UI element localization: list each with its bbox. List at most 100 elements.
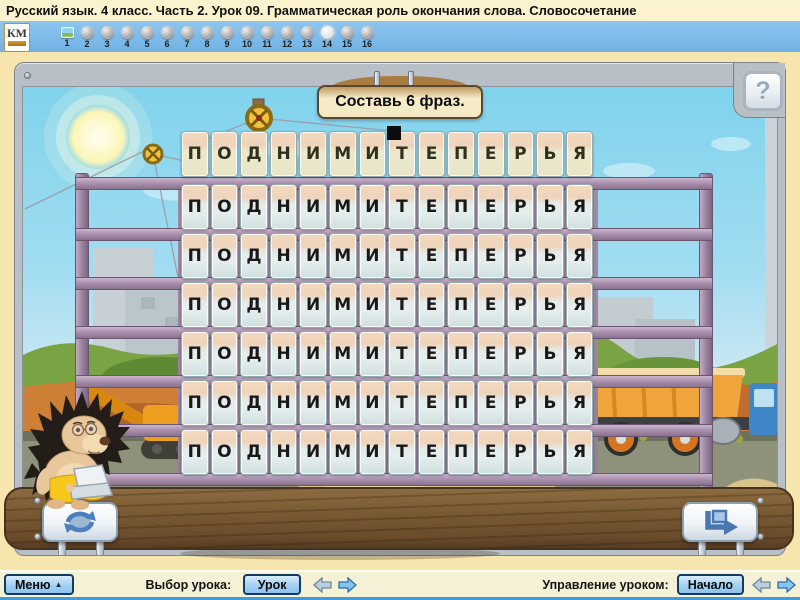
letter-tile[interactable]: Д: [240, 282, 268, 328]
letter-tile[interactable]: Р: [507, 429, 535, 475]
letter-tile[interactable]: М: [329, 131, 357, 177]
letter-tile[interactable]: Ь: [536, 233, 564, 279]
letter-tile[interactable]: П: [181, 429, 209, 475]
letter-tile[interactable]: Т: [388, 331, 416, 377]
letter-tile[interactable]: Д: [240, 184, 268, 230]
letter-tile[interactable]: О: [211, 131, 239, 177]
km-logo[interactable]: КМ: [4, 23, 30, 52]
letter-tile[interactable]: Д: [240, 131, 268, 177]
letter-tile[interactable]: Т: [388, 184, 416, 230]
letter-tile[interactable]: И: [359, 331, 387, 377]
letter-tile[interactable]: Я: [566, 131, 594, 177]
letter-tile[interactable]: П: [447, 380, 475, 426]
letter-tile[interactable]: Е: [418, 380, 446, 426]
lesson-button[interactable]: Урок: [243, 574, 301, 595]
letter-tile[interactable]: Д: [240, 331, 268, 377]
letter-tile[interactable]: О: [211, 233, 239, 279]
letter-tile[interactable]: И: [299, 131, 327, 177]
letter-tile[interactable]: Д: [240, 380, 268, 426]
letter-tile[interactable]: Ь: [536, 184, 564, 230]
letter-tile[interactable]: И: [359, 184, 387, 230]
nav-item-10[interactable]: 10: [240, 26, 254, 49]
menu-button[interactable]: Меню ▲: [4, 574, 74, 595]
letter-tile[interactable]: Я: [566, 331, 594, 377]
nav-item-8[interactable]: 8: [200, 26, 214, 49]
letter-tile[interactable]: О: [211, 380, 239, 426]
prev-lesson-arrow-icon[interactable]: [313, 577, 332, 593]
letter-tile[interactable]: П: [447, 131, 475, 177]
prev-step-arrow-icon[interactable]: [752, 577, 771, 593]
letter-tile[interactable]: Е: [418, 331, 446, 377]
nav-item-6[interactable]: 6: [160, 26, 174, 49]
letter-tile[interactable]: И: [299, 429, 327, 475]
letter-tile[interactable]: Н: [270, 131, 298, 177]
letter-tile[interactable]: Н: [270, 380, 298, 426]
letter-tile[interactable]: И: [359, 380, 387, 426]
letter-tile[interactable]: Н: [270, 331, 298, 377]
letter-tile[interactable]: И: [299, 233, 327, 279]
letter-tile[interactable]: Ь: [536, 429, 564, 475]
next-lesson-arrow-icon[interactable]: [338, 577, 357, 593]
letter-tile[interactable]: М: [329, 282, 357, 328]
letter-tile[interactable]: Е: [418, 429, 446, 475]
letter-tile[interactable]: П: [181, 331, 209, 377]
nav-item-12[interactable]: 12: [280, 26, 294, 49]
letter-tile[interactable]: Р: [507, 131, 535, 177]
letter-tile[interactable]: Р: [507, 233, 535, 279]
letter-tile[interactable]: И: [359, 131, 387, 177]
letter-tile[interactable]: Ь: [536, 331, 564, 377]
letter-tile[interactable]: Е: [477, 233, 505, 279]
letter-tile[interactable]: П: [447, 331, 475, 377]
letter-tile[interactable]: П: [447, 184, 475, 230]
letter-tile[interactable]: Н: [270, 282, 298, 328]
letter-tile[interactable]: Е: [477, 184, 505, 230]
nav-item-13[interactable]: 13: [300, 26, 314, 49]
letter-tile[interactable]: Р: [507, 282, 535, 328]
letter-tile[interactable]: П: [447, 233, 475, 279]
letter-tile[interactable]: Е: [418, 131, 446, 177]
letter-tile[interactable]: Е: [418, 233, 446, 279]
letter-tile[interactable]: И: [359, 233, 387, 279]
letter-tile[interactable]: Т: [388, 380, 416, 426]
letter-tile[interactable]: О: [211, 282, 239, 328]
letter-tile[interactable]: М: [329, 429, 357, 475]
letter-tile[interactable]: П: [181, 233, 209, 279]
letter-tile[interactable]: Т: [388, 429, 416, 475]
letter-tile[interactable]: Д: [240, 233, 268, 279]
letter-tile[interactable]: Ь: [536, 131, 564, 177]
letter-tile[interactable]: Е: [477, 380, 505, 426]
letter-tile[interactable]: Я: [566, 233, 594, 279]
nav-item-9[interactable]: 9: [220, 26, 234, 49]
letter-tile[interactable]: Е: [477, 282, 505, 328]
letter-tile[interactable]: Т: [388, 282, 416, 328]
letter-tile[interactable]: О: [211, 429, 239, 475]
letter-tile[interactable]: Р: [507, 380, 535, 426]
letter-tile[interactable]: П: [181, 184, 209, 230]
nav-item-11[interactable]: 11: [260, 26, 274, 49]
letter-tile[interactable]: Я: [566, 429, 594, 475]
letter-tile[interactable]: Е: [477, 429, 505, 475]
letter-tile[interactable]: Е: [477, 131, 505, 177]
letter-tile[interactable]: Ь: [536, 282, 564, 328]
letter-tile[interactable]: И: [299, 184, 327, 230]
next-step-arrow-icon[interactable]: [777, 577, 796, 593]
letter-tile[interactable]: Н: [270, 184, 298, 230]
nav-item-15[interactable]: 15: [340, 26, 354, 49]
letter-tile[interactable]: И: [299, 331, 327, 377]
letter-tile[interactable]: О: [211, 184, 239, 230]
letter-tile[interactable]: Я: [566, 184, 594, 230]
letter-tile[interactable]: М: [329, 380, 357, 426]
letter-tile[interactable]: И: [359, 429, 387, 475]
letter-tile[interactable]: Р: [507, 184, 535, 230]
letter-tile[interactable]: Ь: [536, 380, 564, 426]
nav-item-4[interactable]: 4: [120, 26, 134, 49]
letter-tile[interactable]: О: [211, 331, 239, 377]
letter-tile[interactable]: П: [181, 282, 209, 328]
letter-tile[interactable]: Е: [477, 331, 505, 377]
nav-item-5[interactable]: 5: [140, 26, 154, 49]
letter-tile[interactable]: Н: [270, 233, 298, 279]
help-button[interactable]: ?: [743, 71, 783, 111]
nav-item-2[interactable]: 2: [80, 26, 94, 49]
start-button[interactable]: Начало: [677, 574, 744, 595]
letter-tile[interactable]: И: [299, 282, 327, 328]
